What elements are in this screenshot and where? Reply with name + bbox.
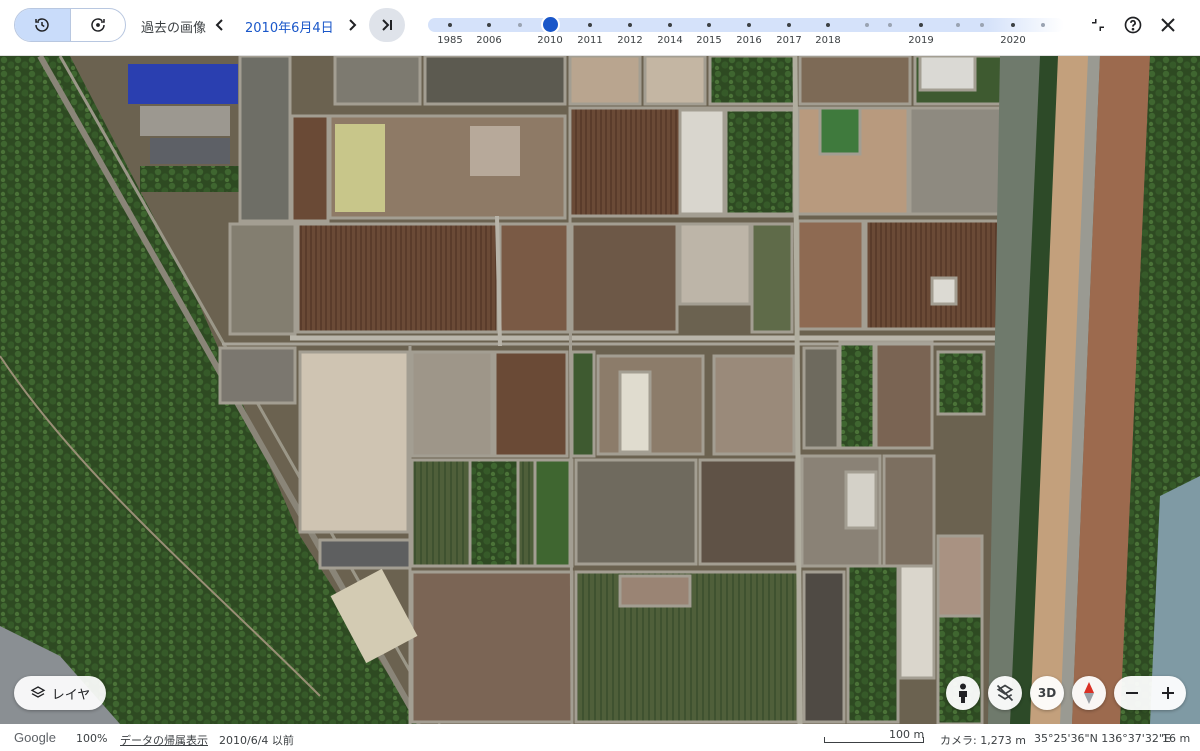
timeline-year-label: 2012 — [617, 35, 643, 46]
satellite-imagery — [0, 56, 1200, 724]
timeline-point-2019[interactable] — [919, 23, 923, 27]
close-icon — [1161, 18, 1175, 32]
zoom-percent: 100% — [76, 732, 108, 745]
timeline-point-unlabeled[interactable] — [865, 23, 869, 27]
imagery-date-range: 2010/6/4 以前 — [219, 734, 294, 747]
current-imagery-date[interactable]: 2010年6月4日 — [245, 17, 334, 36]
timeline-point-unlabeled[interactable] — [980, 23, 984, 27]
timeline-year-label: 1985 — [437, 35, 463, 46]
street-view-pegman-icon — [959, 683, 967, 703]
coordinates: 35°25'36"N 136°37'32"E — [1034, 732, 1171, 745]
help-icon — [1124, 16, 1142, 34]
timeline-point-2010[interactable] — [543, 17, 558, 32]
timeline-point-2011[interactable] — [588, 23, 592, 27]
reset-tilt-button[interactable] — [988, 676, 1022, 710]
timeline-point-2016[interactable] — [747, 23, 751, 27]
timeline-point-2018[interactable] — [826, 23, 830, 27]
timeline-year-label: 2020 — [1000, 35, 1026, 46]
historical-imagery-label: 過去の画像 — [141, 21, 207, 36]
layers-icon — [30, 686, 46, 698]
timeline-point-unlabeled[interactable] — [518, 23, 522, 27]
timeline-year-label: 2011 — [577, 35, 603, 46]
layers-label: レイヤ — [51, 687, 91, 703]
timeline-point-unlabeled[interactable] — [1041, 23, 1045, 27]
skip-to-latest-icon — [382, 19, 392, 31]
google-logo: Google — [14, 730, 56, 745]
collapse-button[interactable] — [1086, 13, 1110, 37]
collapse-icon — [1092, 19, 1104, 31]
street-view-button[interactable] — [946, 676, 980, 710]
timeline-point-2017[interactable] — [787, 23, 791, 27]
history-icon — [35, 18, 49, 32]
next-date-button[interactable] — [342, 14, 362, 36]
timeline-year-label: 2018 — [815, 35, 841, 46]
3d-toggle-button[interactable]: 3D — [1030, 676, 1064, 710]
layers-button[interactable]: レイヤ — [14, 676, 106, 710]
historical-imagery-button[interactable] — [15, 9, 70, 41]
timeline-year-label: 2015 — [696, 35, 722, 46]
compass-button[interactable] — [1072, 676, 1106, 710]
previous-date-button[interactable] — [210, 14, 230, 36]
timeline-year-label: 2016 — [736, 35, 762, 46]
close-button[interactable] — [1156, 13, 1180, 37]
scale-bar — [824, 737, 924, 743]
imagery-timeline[interactable] — [428, 17, 1064, 32]
timeline-year-label: 2019 — [908, 35, 934, 46]
reset-tilt-icon — [996, 684, 1014, 702]
zoom-control — [1114, 676, 1186, 710]
status-bar: Google 100% データの帰属表示 2010/6/4 以前 100 m カ… — [0, 724, 1200, 751]
timeline-point-unlabeled[interactable] — [956, 23, 960, 27]
plus-icon — [1162, 687, 1174, 699]
timeline-point-unlabeled[interactable] — [888, 23, 892, 27]
timeline-point-1985[interactable] — [448, 23, 452, 27]
camera-altitude: カメラ: 1,273 m — [940, 734, 1026, 747]
zoom-in-button[interactable] — [1150, 676, 1186, 710]
timeline-point-2006[interactable] — [487, 23, 491, 27]
zoom-out-button[interactable] — [1114, 676, 1150, 710]
satellite-map[interactable]: レイヤ 3D — [0, 56, 1200, 724]
jump-to-latest-button[interactable] — [369, 8, 405, 42]
timeline-year-label: 2010 — [537, 35, 563, 46]
minus-icon — [1126, 692, 1138, 694]
timeline-point-2015[interactable] — [707, 23, 711, 27]
chevron-right-icon — [349, 19, 357, 31]
compass-icon — [1084, 682, 1094, 704]
timeline-year-label: 2006 — [476, 35, 502, 46]
timeline-point-2020[interactable] — [1011, 23, 1015, 27]
data-attribution-link[interactable]: データの帰属表示 — [120, 732, 208, 748]
imagery-mode-toggle — [14, 8, 126, 42]
timeline-point-2012[interactable] — [628, 23, 632, 27]
timeline-year-label: 2017 — [776, 35, 802, 46]
timeline-point-2014[interactable] — [668, 23, 672, 27]
elevation: 16 m — [1162, 732, 1191, 745]
current-imagery-button[interactable] — [69, 9, 126, 41]
timeline-year-label: 2014 — [657, 35, 683, 46]
top-toolbar: 過去の画像 2010年6月4日 1985 2006 2010 2011 2012 2014… — [0, 0, 1200, 56]
refresh-icon — [91, 18, 105, 32]
chevron-left-icon — [215, 19, 223, 31]
help-button[interactable] — [1121, 13, 1145, 37]
